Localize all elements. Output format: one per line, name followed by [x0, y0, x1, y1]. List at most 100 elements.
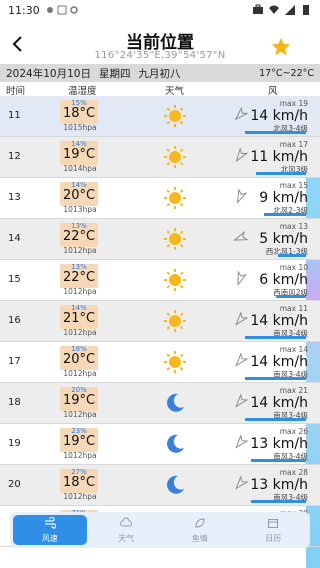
wind-speed-bar — [245, 336, 306, 339]
wind-speed-value: 5 km/h — [259, 231, 308, 247]
wind-speed-value: 14 km/h — [250, 108, 308, 124]
wind-max-value: max 13 — [279, 222, 308, 231]
wind-speed-value: 14 km/h — [250, 313, 308, 329]
nav-tab-cloud[interactable]: 天气 — [90, 512, 164, 548]
wind-info: max 15 9 km/h 北风2-3级 — [218, 181, 308, 215]
sun-icon — [163, 227, 187, 251]
calendar-icon — [267, 517, 279, 533]
wind-speed-bar — [256, 172, 306, 175]
nav-tab-wind[interactable]: 风速 — [13, 515, 87, 545]
sun-icon — [163, 309, 187, 333]
wind-info: max 26 13 km/h 南风3-4级 — [218, 427, 308, 461]
weekday-text: 星期四 — [98, 67, 131, 80]
col-temp-header: 温湿度 — [68, 86, 97, 97]
hour-row[interactable]: 18 20% 19°C 1012hpa max 21 14 km/h 南风3-4级 — [0, 383, 320, 424]
moon-icon — [163, 432, 187, 456]
wind-info: max 21 14 km/h 南风3-4级 — [218, 386, 308, 420]
nav-tab-leaf[interactable]: 鱼情 — [163, 512, 237, 548]
wind-max-value: max 19 — [279, 99, 308, 108]
gallery-icon — [57, 5, 67, 15]
temperature-value: 20°C — [62, 352, 96, 367]
header: 当前位置 116°24'35"E,39°54'57"N — [0, 26, 320, 62]
hour-label: 17 — [8, 356, 21, 367]
wind-max-value: max 17 — [279, 140, 308, 149]
wind-max-value: max 28 — [279, 468, 308, 477]
hour-label: 14 — [8, 233, 21, 244]
wind-info: max 14 14 km/h 南风3-4级 — [218, 345, 308, 379]
wind-max-value: max 15 — [279, 181, 308, 190]
hour-row[interactable]: 15 13% 22°C 1012hpa max 10 6 km/h 西南风2级 — [0, 260, 320, 301]
sun-icon — [163, 104, 187, 128]
hour-label: 18 — [8, 397, 21, 408]
pressure-value: 1012hpa — [63, 451, 97, 460]
battery-icon — [303, 5, 309, 15]
lunar-date-text: 九月初八 — [138, 67, 181, 80]
hour-label: 20 — [8, 479, 21, 490]
wind-speed-value: 6 km/h — [259, 272, 308, 288]
wind-info: max 10 6 km/h 西南风2级 — [218, 263, 308, 297]
pressure-value: 1012hpa — [63, 369, 97, 378]
col-weather-header: 天气 — [165, 86, 185, 97]
pressure-value: 1013hpa — [63, 205, 97, 214]
nav-tab-label: 风速 — [41, 533, 58, 543]
temperature-value: 22°C — [62, 270, 96, 285]
hour-row[interactable]: 14 13% 22°C 1012hpa max 13 5 km/h 西北风1-3级 — [0, 219, 320, 260]
pressure-value: 1012hpa — [63, 246, 97, 255]
hour-row[interactable]: 19 23% 19°C 1012hpa max 26 13 km/h 南风3-4级 — [0, 424, 320, 465]
moon-icon — [163, 391, 187, 415]
col-wind-header: 风 — [268, 86, 278, 97]
wind-speed-bar — [245, 418, 306, 421]
wind-info: max 13 5 km/h 西北风1-3级 — [218, 222, 308, 256]
wind-speed-value: 9 km/h — [259, 190, 308, 206]
nav-tab-calendar[interactable]: 日历 — [237, 512, 311, 548]
hour-row[interactable]: 17 18% 20°C 1012hpa max 14 14 km/h 南风3-4级 — [0, 342, 320, 383]
pressure-value: 1012hpa — [63, 492, 97, 501]
wind-max-value: max 26 — [279, 427, 308, 436]
hour-row[interactable]: 16 14% 21°C 1012hpa max 11 14 km/h 南风3-4级 — [0, 301, 320, 342]
temperature-value: 21°C — [62, 311, 96, 326]
sun-icon — [163, 186, 187, 210]
nav-tab-label: 鱼情 — [191, 533, 208, 543]
briefcase-icon — [253, 4, 263, 14]
wind-max-value: max 10 — [279, 263, 308, 272]
temperature-value: 19°C — [62, 393, 96, 408]
wind-speed-value: 11 km/h — [250, 149, 308, 165]
leaf-icon — [194, 517, 206, 533]
sun-icon — [163, 268, 187, 292]
gear-icon — [69, 6, 78, 14]
wind-speed-bar — [278, 254, 306, 257]
pressure-value: 1012hpa — [63, 287, 97, 296]
wifi-icon — [269, 5, 279, 14]
sun-icon — [163, 145, 187, 169]
cloud-icon — [120, 517, 133, 533]
sun-icon — [163, 350, 187, 374]
wind-speed-bar — [264, 213, 306, 216]
signal-indicator-icon — [46, 7, 53, 13]
wind-speed-value: 13 km/h — [250, 436, 308, 452]
hour-label: 11 — [8, 110, 21, 121]
temperature-value: 19°C — [62, 434, 96, 449]
column-headers: 时间 温湿度 天气 风 — [0, 82, 320, 97]
wind-speed-bar — [245, 377, 306, 380]
hour-row[interactable]: 12 14% 19°C 1014hpa max 17 11 km/h 北风3级 — [0, 137, 320, 178]
wind-speed-value: 14 km/h — [250, 354, 308, 370]
date-text: 2024年10月10日 — [6, 67, 91, 80]
hour-row[interactable]: 11 15% 18°C 1015hpa max 19 14 km/h 北风3-4级 — [0, 96, 320, 137]
hour-row[interactable]: 13 14% 20°C 1013hpa max 15 9 km/h 北风2-3级 — [0, 178, 320, 219]
wind-speed-value: 14 km/h — [250, 395, 308, 411]
wind-max-value: max 21 — [279, 386, 308, 395]
date-bar: 2024年10月10日 星期四 九月初八 17°C~22°C — [0, 64, 320, 82]
wind-speed-bar — [276, 295, 306, 298]
temperature-value: 18°C — [62, 106, 96, 121]
wind-speed-bar — [251, 459, 306, 462]
wind-info: max 19 14 km/h 北风3-4级 — [218, 99, 308, 133]
hour-row[interactable]: 20 27% 18°C 1012hpa max 28 13 km/h 南风3-4级 — [0, 465, 320, 506]
temperature-value: 22°C — [62, 229, 96, 244]
hour-label: 13 — [8, 192, 21, 203]
wind-speed-bar — [245, 131, 306, 134]
wind-info: max 11 14 km/h 南风3-4级 — [218, 304, 308, 338]
nav-tab-label: 日历 — [265, 533, 282, 543]
pressure-value: 1012hpa — [63, 328, 97, 337]
hour-label: 15 — [8, 274, 21, 285]
favorite-star-icon[interactable] — [270, 36, 292, 58]
